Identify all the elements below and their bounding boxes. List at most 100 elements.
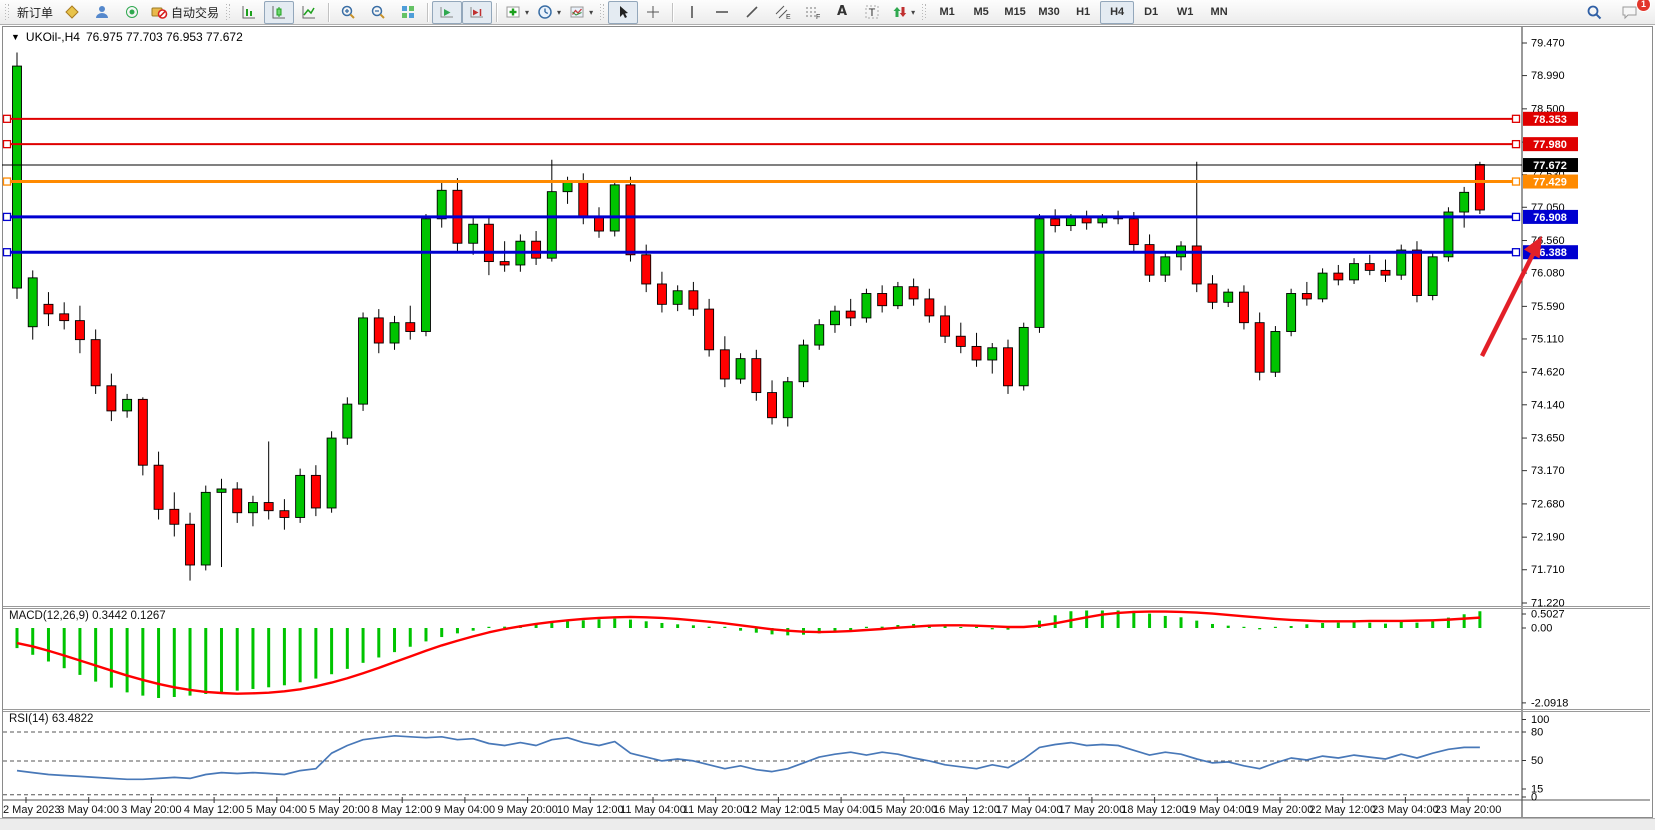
- shapes-icon: [891, 4, 907, 20]
- svg-text:75.590: 75.590: [1531, 301, 1565, 313]
- svg-text:77.980: 77.980: [1533, 139, 1567, 151]
- svg-text:0.5027: 0.5027: [1531, 609, 1565, 621]
- rsi-pane: 1008050150: [3, 714, 1549, 804]
- candles-layer: [13, 53, 1485, 581]
- svg-text:79.470: 79.470: [1531, 38, 1565, 50]
- chart-title[interactable]: ▼ UKOil-,H4 76.975 77.703 76.953 77.672: [11, 30, 243, 44]
- chat-button[interactable]: 1: [1615, 1, 1645, 24]
- svg-text:9 May 04:00: 9 May 04:00: [435, 804, 496, 816]
- profile-chart-icon: [94, 4, 110, 20]
- svg-text:15 May 20:00: 15 May 20:00: [870, 804, 937, 816]
- gold-icon-button[interactable]: [57, 1, 87, 24]
- vertical-line-button[interactable]: [677, 1, 707, 24]
- trendline-button[interactable]: [737, 1, 767, 24]
- toolbar-grip[interactable]: [5, 4, 10, 20]
- tile-windows-button[interactable]: [393, 1, 423, 24]
- cursor-icon: [615, 4, 631, 20]
- price-levels-layer[interactable]: 78.35377.98077.67277.42976.90876.388: [2, 112, 1578, 259]
- timeframe-button-MN[interactable]: MN: [1202, 1, 1236, 24]
- chart-shift-button[interactable]: [462, 1, 492, 24]
- timeframe-button-W1[interactable]: W1: [1168, 1, 1202, 24]
- shapes-button[interactable]: ▾: [887, 1, 919, 24]
- cursor-button[interactable]: [608, 1, 638, 24]
- periods-button[interactable]: ▾: [533, 1, 565, 24]
- crosshair-button[interactable]: [638, 1, 668, 24]
- chart-canvas[interactable]: 79.47078.99078.50078.01077.53077.05076.5…: [0, 0, 1655, 830]
- timeframe-button-D1[interactable]: D1: [1134, 1, 1168, 24]
- chart-bars-button[interactable]: [234, 1, 264, 24]
- svg-text:23 May 04:00: 23 May 04:00: [1372, 804, 1439, 816]
- svg-text:T: T: [869, 7, 876, 19]
- svg-text:-2.0918: -2.0918: [1531, 697, 1568, 709]
- chevron-down-icon: ▾: [589, 8, 593, 17]
- toolbar-separator: [672, 3, 673, 22]
- indicators-button[interactable]: ▾: [501, 1, 533, 24]
- svg-text:18 May 12:00: 18 May 12:00: [1121, 804, 1188, 816]
- timeframe-button-M5[interactable]: M5: [964, 1, 998, 24]
- chart-dropdown-icon[interactable]: ▼: [11, 32, 20, 42]
- horizontal-line-button[interactable]: [707, 1, 737, 24]
- chart-line-button[interactable]: [294, 1, 324, 24]
- chart-bars-icon: [241, 4, 257, 20]
- toolbar-grip[interactable]: [226, 4, 231, 20]
- templates-button[interactable]: ▾: [565, 1, 597, 24]
- fibonacci-button[interactable]: F: [797, 1, 827, 24]
- fibonacci-icon: F: [804, 4, 821, 20]
- svg-text:74.620: 74.620: [1531, 367, 1565, 379]
- profile-button[interactable]: [87, 1, 117, 24]
- svg-text:80: 80: [1531, 727, 1543, 739]
- chart-candles-button[interactable]: [264, 1, 294, 24]
- tile-windows-icon: [400, 4, 416, 20]
- rsi-indicator-label: RSI(14) 63.4822: [9, 713, 93, 725]
- search-icon: [1586, 4, 1603, 21]
- indicators-icon: [505, 4, 521, 20]
- zoom-in-button[interactable]: [333, 1, 363, 24]
- svg-text:77.672: 77.672: [1533, 160, 1567, 172]
- text-button[interactable]: A: [827, 1, 857, 24]
- timeframe-button-M30[interactable]: M30: [1032, 1, 1066, 24]
- chart-candles-icon: [271, 4, 287, 20]
- svg-text:3 May 04:00: 3 May 04:00: [58, 804, 119, 816]
- status-bar: [0, 818, 1655, 830]
- svg-text:73.170: 73.170: [1531, 465, 1565, 477]
- auto-trading-button[interactable]: 自动交易: [147, 1, 223, 24]
- search-button[interactable]: [1579, 1, 1609, 24]
- signal-button[interactable]: [117, 1, 147, 24]
- label-button[interactable]: T: [857, 1, 887, 24]
- trendline-icon: [744, 4, 760, 20]
- svg-text:5 May 04:00: 5 May 04:00: [247, 804, 308, 816]
- toolbar-grip[interactable]: [922, 4, 927, 20]
- chart-line-icon: [301, 4, 317, 20]
- timeframe-button-H4[interactable]: H4: [1100, 1, 1134, 24]
- timeframe-button-M15[interactable]: M15: [998, 1, 1032, 24]
- svg-text:2 May 2023: 2 May 2023: [3, 804, 60, 816]
- text-icon: A: [837, 5, 847, 19]
- auto-scroll-button[interactable]: [432, 1, 462, 24]
- macd-pane: 0.50270.00-2.0918: [17, 609, 1568, 710]
- timeframe-button-M1[interactable]: M1: [930, 1, 964, 24]
- svg-text:78.353: 78.353: [1533, 114, 1567, 126]
- macd-indicator-label: MACD(12,26,9) 0.3442 0.1267: [9, 610, 166, 622]
- toolbar-separator: [427, 3, 428, 22]
- channel-icon: E: [774, 4, 791, 20]
- toolbar-separator: [496, 3, 497, 22]
- svg-text:4 May 12:00: 4 May 12:00: [184, 804, 245, 816]
- gold-icon: [64, 4, 80, 20]
- svg-text:16 May 12:00: 16 May 12:00: [933, 804, 1000, 816]
- chevron-down-icon: ▾: [557, 8, 561, 17]
- svg-text:74.140: 74.140: [1531, 399, 1565, 411]
- svg-text:17 May 04:00: 17 May 04:00: [996, 804, 1063, 816]
- zoom-out-button[interactable]: [363, 1, 393, 24]
- svg-text:19 May 04:00: 19 May 04:00: [1184, 804, 1251, 816]
- timeframe-button-H1[interactable]: H1: [1066, 1, 1100, 24]
- chart-ohlc-values: 76.975 77.703 76.953 77.672: [86, 30, 243, 44]
- svg-text:11 May 20:00: 11 May 20:00: [683, 804, 749, 816]
- toolbar-grip[interactable]: [600, 4, 605, 20]
- new-order-button[interactable]: 新订单: [13, 1, 57, 24]
- chevron-down-icon: ▾: [911, 8, 915, 17]
- new-order-label: 新订单: [17, 4, 53, 21]
- channel-button[interactable]: E: [767, 1, 797, 24]
- timeframe-toolbar: M1M5M15M30H1H4D1W1MN: [930, 1, 1236, 24]
- svg-text:50: 50: [1531, 755, 1543, 767]
- svg-text:5 May 20:00: 5 May 20:00: [309, 804, 370, 816]
